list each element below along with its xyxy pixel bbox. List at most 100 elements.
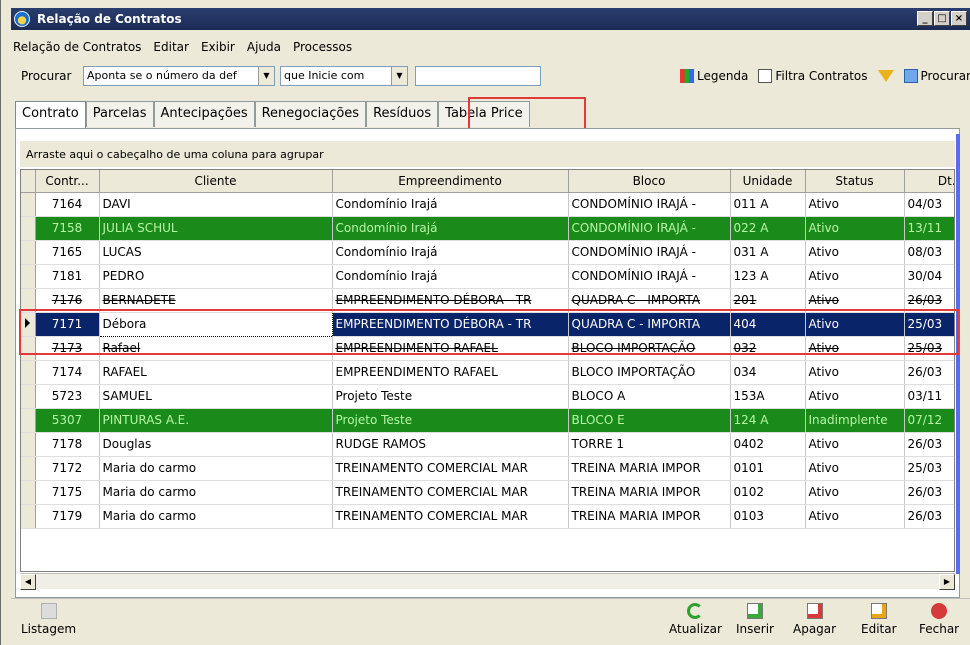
listagem-button[interactable]: Listagem: [21, 599, 76, 636]
cell-empreendimento[interactable]: TREINAMENTO COMERCIAL MAR: [332, 480, 569, 505]
cell-status[interactable]: Inadimplente: [805, 408, 905, 433]
cell-bloco[interactable]: BLOCO E: [568, 408, 731, 433]
cell-status[interactable]: Ativo: [805, 432, 905, 457]
cell-dt[interactable]: 26/03: [904, 360, 954, 385]
cell-dt[interactable]: 26/03: [904, 504, 954, 529]
group-by-area[interactable]: Arraste aqui o cabeçalho de uma coluna p…: [20, 141, 955, 167]
vertical-scrollbar[interactable]: [956, 134, 960, 574]
cell-bloco[interactable]: CONDOMÍNIO IRAJÁ -: [568, 192, 731, 217]
table-row[interactable]: 5723 SAMUEL Projeto Teste BLOCO A 153A Ativo 0…: [21, 384, 954, 409]
cell-empreendimento[interactable]: Condomínio Irajá: [332, 240, 569, 265]
cell-unidade[interactable]: 031 A: [730, 240, 806, 265]
cell-empreendimento[interactable]: Projeto Teste: [332, 408, 569, 433]
cell-bloco[interactable]: BLOCO A: [568, 384, 731, 409]
table-row[interactable]: 7175 Maria do carmo TREINAMENTO COMERCIAL …: [21, 480, 954, 505]
row-indicator[interactable]: [21, 192, 36, 217]
menu-ajuda[interactable]: Ajuda: [247, 40, 281, 58]
tab-residuos[interactable]: Resíduos: [366, 101, 439, 127]
cell-unidade[interactable]: 124 A: [730, 408, 806, 433]
cell-status[interactable]: Ativo: [805, 456, 905, 481]
fechar-button[interactable]: Fechar: [919, 599, 959, 636]
cell-contrato[interactable]: 7173: [35, 336, 100, 361]
cell-status[interactable]: Ativo: [805, 504, 905, 529]
menu-exibir[interactable]: Exibir: [201, 40, 235, 58]
row-indicator[interactable]: [21, 312, 36, 337]
cell-contrato[interactable]: 7158: [35, 216, 100, 241]
cell-empreendimento[interactable]: RUDGE RAMOS: [332, 432, 569, 457]
cell-unidade[interactable]: 034: [730, 360, 806, 385]
cell-unidade[interactable]: 022 A: [730, 216, 806, 241]
chevron-down-icon[interactable]: ▼: [391, 67, 407, 85]
cell-status[interactable]: Ativo: [805, 240, 905, 265]
cell-cliente[interactable]: Douglas: [99, 432, 333, 457]
col-dt[interactable]: Dt. S: [904, 170, 954, 193]
cell-dt[interactable]: 26/03: [904, 480, 954, 505]
cell-status[interactable]: Ativo: [805, 384, 905, 409]
cell-unidade[interactable]: 201: [730, 288, 806, 313]
menu-processos[interactable]: Processos: [293, 40, 352, 58]
menu-editar[interactable]: Editar: [153, 40, 189, 58]
cell-bloco[interactable]: CONDOMÍNIO IRAJÁ -: [568, 264, 731, 289]
cell-empreendimento[interactable]: EMPREENDIMENTO DÉBORA - TR: [332, 288, 569, 313]
cell-bloco[interactable]: QUADRA C - IMPORTA: [568, 312, 731, 337]
cell-bloco[interactable]: TREINA MARIA IMPOR: [568, 480, 731, 505]
cell-bloco[interactable]: CONDOMÍNIO IRAJÁ -: [568, 216, 731, 241]
cell-status[interactable]: Ativo: [805, 480, 905, 505]
cell-empreendimento[interactable]: Condomínio Irajá: [332, 192, 569, 217]
cell-empreendimento[interactable]: EMPREENDIMENTO DÉBORA - TR: [332, 312, 569, 337]
row-indicator[interactable]: [21, 288, 36, 313]
cell-unidade[interactable]: 0402: [730, 432, 806, 457]
cell-cliente[interactable]: Maria do carmo: [99, 504, 333, 529]
table-row[interactable]: 7181 PEDRO Condomínio Irajá CONDOMÍNIO IRAJ…: [21, 264, 954, 289]
cell-empreendimento[interactable]: EMPREENDIMENTO RAFAEL: [332, 336, 569, 361]
cell-dt[interactable]: 13/11: [904, 216, 954, 241]
cell-contrato[interactable]: 7178: [35, 432, 100, 457]
cell-dt[interactable]: 25/03: [904, 456, 954, 481]
minimize-icon[interactable]: _: [917, 11, 933, 26]
search-mode-select[interactable]: que Inicie com ▼: [280, 66, 408, 86]
cell-status[interactable]: Ativo: [805, 336, 905, 361]
cell-status[interactable]: Ativo: [805, 312, 905, 337]
cell-empreendimento[interactable]: Condomínio Irajá: [332, 216, 569, 241]
cell-dt[interactable]: 30/04: [904, 264, 954, 289]
apagar-button[interactable]: Apagar: [793, 599, 836, 636]
cell-status[interactable]: Ativo: [805, 264, 905, 289]
cell-cliente[interactable]: BERNADETE: [99, 288, 333, 313]
cell-bloco[interactable]: TREINA MARIA IMPOR: [568, 504, 731, 529]
row-indicator[interactable]: [21, 360, 36, 385]
cell-status[interactable]: Ativo: [805, 288, 905, 313]
funnel-button[interactable]: [877, 70, 894, 82]
cell-dt[interactable]: 26/03: [904, 432, 954, 457]
cell-unidade[interactable]: 153A: [730, 384, 806, 409]
table-row[interactable]: 7176 BERNADETE EMPREENDIMENTO DÉBORA - TR Q…: [21, 288, 954, 313]
row-indicator[interactable]: [21, 264, 36, 289]
cell-cliente[interactable]: Maria do carmo: [99, 480, 333, 505]
cell-contrato[interactable]: 7175: [35, 480, 100, 505]
row-indicator[interactable]: [21, 408, 36, 433]
search-field-select[interactable]: Aponta se o número da def ▼: [83, 66, 275, 86]
cell-cliente[interactable]: SAMUEL: [99, 384, 333, 409]
cell-contrato[interactable]: 7181: [35, 264, 100, 289]
cell-contrato[interactable]: 7172: [35, 456, 100, 481]
cell-empreendimento[interactable]: TREINAMENTO COMERCIAL MAR: [332, 504, 569, 529]
cell-cliente[interactable]: Débora: [98, 311, 333, 337]
cell-bloco[interactable]: TORRE 1: [568, 432, 731, 457]
table-row[interactable]: 7174 RAFAEL EMPREENDIMENTO RAFAEL BLOCO IMP…: [21, 360, 954, 385]
cell-contrato[interactable]: 5723: [35, 384, 100, 409]
search-button[interactable]: Procurar: [903, 69, 970, 83]
col-empreendimento[interactable]: Empreendimento: [332, 170, 569, 193]
cell-bloco[interactable]: BLOCO IMPORTAÇÃO: [568, 336, 731, 361]
cell-empreendimento[interactable]: Condomínio Irajá: [332, 264, 569, 289]
tab-antecipacoes[interactable]: Antecipações: [153, 101, 255, 127]
scroll-right-icon[interactable]: ▶: [939, 574, 955, 590]
cell-dt[interactable]: 25/03: [904, 336, 954, 361]
title-bar[interactable]: Relação de Contratos _ □ ×: [11, 8, 970, 30]
cell-unidade[interactable]: 0103: [730, 504, 806, 529]
horizontal-scrollbar[interactable]: ◀ ▶: [20, 573, 955, 590]
menu-relacao[interactable]: Relação de Contratos: [13, 40, 141, 58]
cell-cliente[interactable]: Rafael: [99, 336, 333, 361]
row-indicator[interactable]: [21, 216, 36, 241]
cell-unidade[interactable]: 0102: [730, 480, 806, 505]
row-indicator[interactable]: [21, 504, 36, 529]
cell-status[interactable]: Ativo: [805, 216, 905, 241]
